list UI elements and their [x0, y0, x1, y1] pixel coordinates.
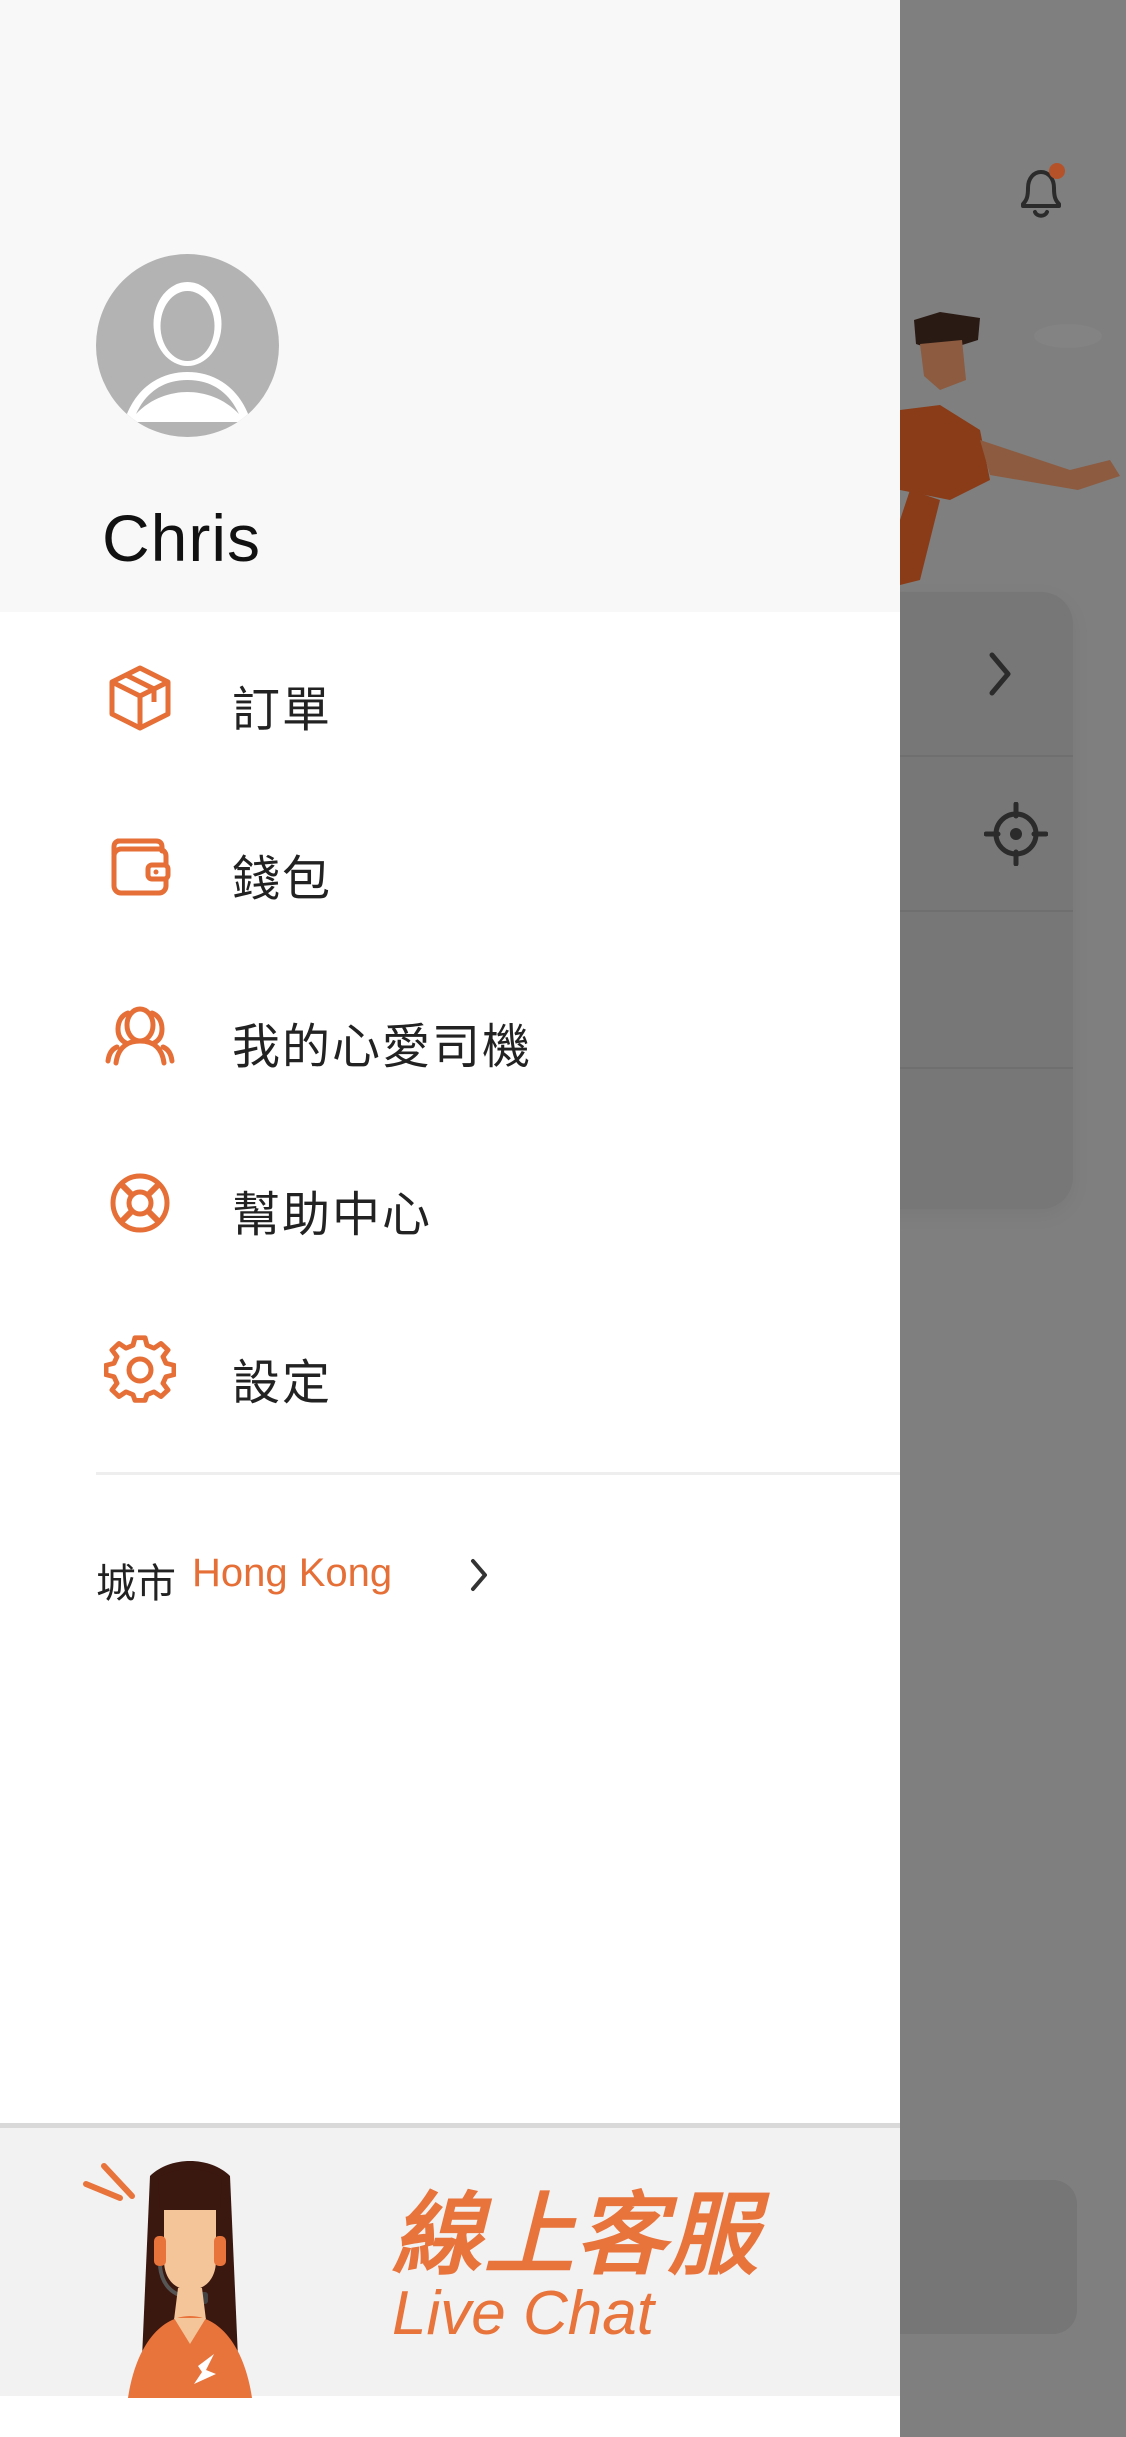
divider — [96, 1472, 900, 1475]
notification-bell-icon[interactable] — [1015, 162, 1067, 222]
city-label: 城市 — [96, 1562, 176, 1606]
user-name: Chris — [102, 501, 262, 575]
menu-label-help-center: 幫助中心 — [232, 1189, 433, 1242]
lifebuoy-icon — [110, 1173, 170, 1233]
package-icon — [109, 665, 171, 731]
gear-icon — [104, 1335, 176, 1403]
live-chat-banner[interactable]: 線上客服 Live Chat — [0, 2123, 900, 2398]
menu-label-orders: 訂單 — [232, 684, 333, 737]
background-separator — [900, 1067, 1073, 1069]
drawer-header: Chris — [0, 0, 900, 612]
chevron-right-icon — [471, 1559, 487, 1591]
menu-label-settings: 設定 — [232, 1357, 333, 1410]
locate-target-icon — [984, 802, 1048, 866]
live-chat-title-en: Live Chat — [392, 2279, 654, 2348]
wallet-icon — [111, 838, 171, 896]
running-courier-illustration — [900, 312, 1120, 585]
menu-item-favorite-drivers[interactable]: 我的心愛司機 — [0, 971, 900, 1091]
menu-item-orders[interactable]: 訂單 — [0, 634, 900, 754]
avatar[interactable] — [96, 254, 279, 437]
background-separator — [900, 755, 1073, 757]
menu-item-wallet[interactable]: 錢包 — [0, 803, 900, 923]
menu-label-wallet: 錢包 — [232, 853, 333, 906]
navigation-drawer: Chris 訂單 錢包 我的心愛司機 幫助中心 設定 城市 Hong Kong … — [0, 0, 900, 2437]
favorite-drivers-icon — [105, 1006, 175, 1066]
live-chat-title-zh: 線上客服 — [392, 2186, 760, 2286]
support-agent-illustration — [83, 2161, 252, 2398]
background-separator — [900, 910, 1073, 912]
menu-label-favorite-drivers: 我的心愛司機 — [232, 1021, 533, 1074]
menu-item-help-center[interactable]: 幫助中心 — [0, 1139, 900, 1259]
menu-item-settings[interactable]: 設定 — [0, 1307, 900, 1427]
city-selector[interactable]: 城市 Hong Kong — [96, 1545, 516, 1606]
city-value: Hong Kong — [192, 1551, 393, 1595]
chevron-right-icon — [989, 652, 1011, 696]
